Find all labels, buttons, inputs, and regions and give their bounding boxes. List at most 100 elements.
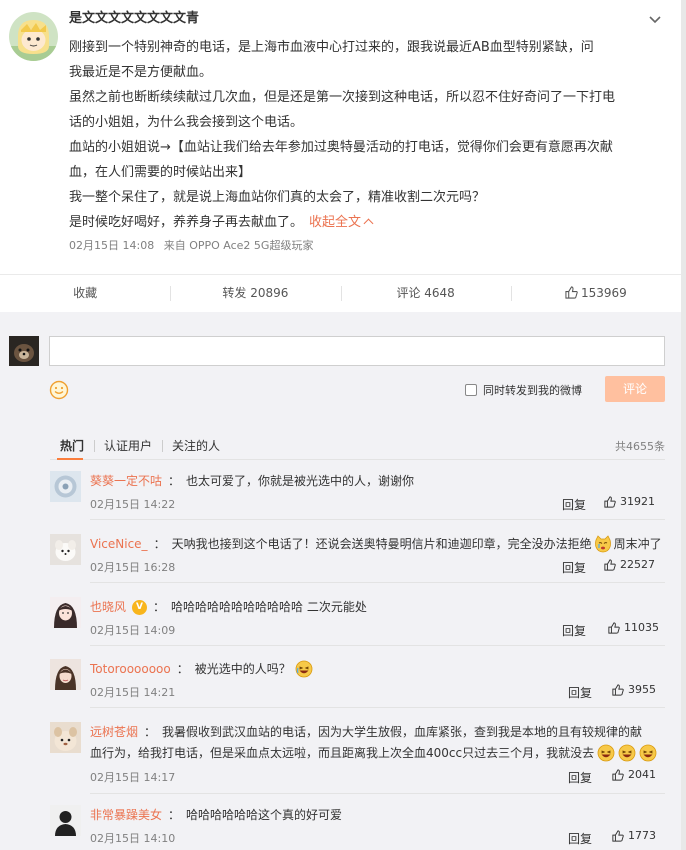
comment-line-2: 血行为，给我打电话，但是采血点太远啦，而且距离我上次全血400cc只过去三个月，… [90, 743, 657, 763]
tab-hot[interactable]: 热门 [50, 434, 94, 458]
comment-divider [90, 519, 665, 520]
comment-item: Totorooooooo：被光选中的人吗？ 02月15日 14:21 回复 39… [50, 659, 665, 721]
favorite-button[interactable]: 收藏 [0, 275, 170, 312]
post-meta: 02月15日 14:08 来自 OPPO Ace2 5G超级玩家 [69, 237, 319, 253]
tab-following[interactable]: 关注的人 [162, 434, 230, 458]
reply-button[interactable]: 回复 [568, 830, 592, 847]
comment-button[interactable]: 评论 4648 [340, 275, 511, 312]
comment-section: 同时转发到我的微博 评论 热门 认证用户 关注的人 共4655条 葵葵一定不咕：… [0, 312, 681, 850]
comment-text: 哈哈哈哈哈哈这个真的好可爱 [186, 808, 343, 822]
post-time[interactable]: 02月15日 14:08 [69, 239, 154, 252]
commenter-avatar[interactable] [50, 597, 81, 628]
comment-time: 02月15日 14:10 [90, 832, 176, 845]
submit-comment-button[interactable]: 评论 [605, 376, 665, 402]
comment-time: 02月15日 14:22 [90, 498, 176, 511]
collapse-label: 收起全文 [309, 215, 362, 230]
comment-item: 非常暴躁美女：哈哈哈哈哈哈这个真的好可爱 02月15日 14:10 回复 177… [50, 805, 665, 850]
reply-button[interactable]: 回复 [562, 496, 586, 513]
current-user-avatar[interactable] [9, 336, 39, 366]
reply-button[interactable]: 回复 [562, 559, 586, 576]
comment-text: 天呐我也接到这个电话了！还说会送奥特曼明信片和迪迦印章，完全没办法拒绝 [171, 537, 592, 551]
comment-like-count: 22527 [620, 558, 655, 571]
post-line: 血站的小姐姐说→【血站让我们给去年参加过奥特曼活动的打电话，觉得你们会更有意愿再… [69, 140, 613, 155]
comment-line: ViceNice_：天呐我也接到这个电话了！还说会送奥特曼明信片和迪迦印章，完全… [90, 534, 662, 554]
comment-like-count: 2041 [628, 768, 656, 781]
comment-like-button[interactable]: 2041 [612, 768, 656, 781]
page-scrollbar[interactable] [681, 0, 686, 850]
post-line: 话的小姐姐，为什么我会接到这个电话。 [69, 115, 304, 130]
active-tab-underline [57, 458, 83, 460]
comment-line: Totorooooooo：被光选中的人吗？ [90, 659, 313, 679]
thumbs-up-icon [612, 683, 624, 696]
commenter-avatar[interactable] [50, 805, 81, 836]
laughing-emoji-icon [639, 744, 657, 762]
comment-label: 评论 4648 [396, 286, 455, 300]
comment-tabs: 热门 认证用户 关注的人 共4655条 [50, 434, 665, 458]
repost-checkbox[interactable] [465, 384, 477, 396]
comment-item: 葵葵一定不咕：也太可爱了，你就是被光选中的人，谢谢你 02月15日 14:22 … [50, 471, 665, 533]
author-username[interactable]: 是文文文文文文文文青 [69, 11, 199, 27]
thumbs-up-icon [612, 829, 624, 842]
collapse-link[interactable]: 收起全文 [309, 215, 374, 230]
comment-text: 我暑假收到武汉血站的电话，因为大学生放假，血库紧张，查到我是本地的且有较规律的献 [162, 725, 643, 739]
comment-total-count: 共4655条 [615, 440, 665, 453]
commenter-avatar[interactable] [50, 534, 81, 565]
reply-button[interactable]: 回复 [568, 769, 592, 786]
comment-time: 02月15日 14:21 [90, 686, 176, 699]
commenter-avatar[interactable] [50, 471, 81, 502]
post-source[interactable]: 来自 OPPO Ace2 5G超级玩家 [164, 239, 314, 252]
comment-time: 02月15日 16:28 [90, 561, 176, 574]
repost-checkbox-label[interactable]: 同时转发到我的微博 [483, 382, 582, 398]
repost-button[interactable]: 转发 20896 [170, 275, 340, 312]
reply-button[interactable]: 回复 [568, 684, 592, 701]
comment-input[interactable] [49, 336, 665, 366]
comment-text: 哈哈哈哈哈哈哈哈哈哈哈 二次元能处 [171, 600, 367, 614]
commenter-name[interactable]: ViceNice_ [90, 534, 148, 554]
comment-item: 也晓风 V：哈哈哈哈哈哈哈哈哈哈哈 二次元能处 02月15日 14:09 回复 1… [50, 597, 665, 659]
thumbs-up-icon [604, 495, 616, 508]
comment-time: 02月15日 14:17 [90, 771, 176, 784]
comment-like-button[interactable]: 1773 [612, 829, 656, 842]
author-avatar[interactable] [9, 12, 58, 61]
commenter-name[interactable]: 也晓风 [90, 597, 126, 617]
commenter-avatar[interactable] [50, 659, 81, 690]
comment-like-button[interactable]: 11035 [608, 621, 659, 634]
comment-divider [90, 793, 665, 794]
comment-text: 被光选中的人吗？ [194, 662, 291, 676]
thumbs-up-icon [608, 621, 620, 634]
comment-item: 远树苍烟：我暑假收到武汉血站的电话，因为大学生放假，血库紧张，查到我是本地的且有… [50, 722, 665, 806]
commenter-name[interactable]: 非常暴躁美女 [90, 805, 162, 825]
crying-cat-emoji-icon [594, 535, 611, 553]
comment-item: ViceNice_：天呐我也接到这个电话了！还说会送奥特曼明信片和迪迦印章，完全… [50, 534, 665, 596]
commenter-name[interactable]: Totorooooooo [90, 659, 171, 679]
commenter-name[interactable]: 葵葵一定不咕 [90, 471, 162, 491]
comment-text-continued: 血行为，给我打电话，但是采血点太远啦，而且距离我上次全血400cc只过去三个月，… [90, 746, 595, 760]
emoji-picker-icon[interactable] [49, 380, 69, 400]
post-line-last: 是时候吃好喝好，养养身子再去献血了。 收起全文 [69, 210, 669, 235]
tabs-divider [50, 459, 665, 460]
post-body: 刚接到一个特别神奇的电话，是上海市血液中心打过来的，跟我说最近AB血型特别紧缺，… [69, 35, 669, 235]
post-line: 虽然之前也断断续续献过几次血，但是还是第一次接到这种电话，所以忍不住好奇问了一下… [69, 90, 616, 105]
comment-divider [90, 582, 665, 583]
comment-like-count: 3955 [628, 683, 656, 696]
like-button[interactable]: 153969 [510, 275, 681, 312]
comment-like-button[interactable]: 22527 [604, 558, 655, 571]
verified-badge-icon: V [132, 599, 148, 615]
commenter-name[interactable]: 远树苍烟 [90, 722, 138, 742]
commenter-avatar[interactable] [50, 722, 81, 753]
comment-line: 也晓风 V：哈哈哈哈哈哈哈哈哈哈哈 二次元能处 [90, 597, 367, 617]
comment-like-count: 1773 [628, 829, 656, 842]
repost-label: 转发 20896 [222, 286, 289, 300]
post-line: 我最近是不是方便献血。 [69, 65, 213, 80]
chevron-down-icon[interactable] [647, 11, 663, 27]
comment-like-button[interactable]: 31921 [604, 495, 655, 508]
tab-verified-users[interactable]: 认证用户 [94, 434, 162, 458]
comment-time: 02月15日 14:09 [90, 624, 176, 637]
comment-like-button[interactable]: 3955 [612, 683, 656, 696]
comment-divider [90, 645, 665, 646]
favorite-label: 收藏 [73, 286, 98, 300]
comment-line: 非常暴躁美女：哈哈哈哈哈哈这个真的好可爱 [90, 805, 342, 825]
thumbs-up-icon [604, 558, 616, 571]
comment-divider [90, 707, 665, 708]
reply-button[interactable]: 回复 [562, 622, 586, 639]
